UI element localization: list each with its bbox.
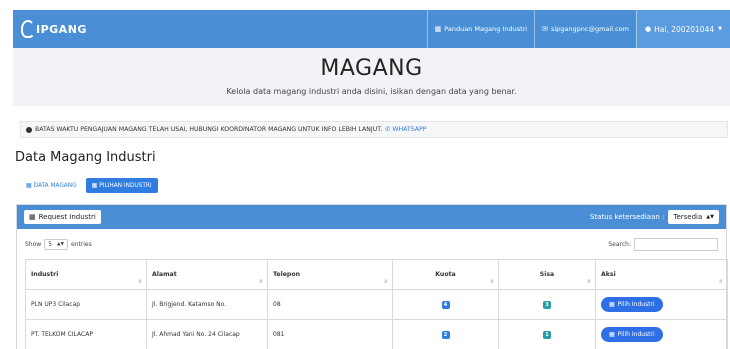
column-header-kuota[interactable]: Kuota ⇵ [392, 259, 499, 290]
cell-alamat: Jl. Ahmad Yani No. 24 Cilacap [146, 319, 268, 349]
cell-sisa: 1 [498, 319, 596, 349]
user-menu-label: Hai, 200201044 [654, 24, 715, 34]
nav-guide-link[interactable]: ▦ Panduan Magang Industri [426, 10, 534, 48]
cell-sisa: 3 [498, 289, 596, 320]
request-industri-label: Request Industri [38, 213, 96, 221]
tab-pilihan-industri-label: PILIHAN INDUSTRI [99, 182, 152, 189]
entries-length-select[interactable]: 5 ▲▼ [44, 238, 68, 250]
tab-pilihan-industri[interactable]: ▦ PILIHAN INDUSTRI [85, 178, 158, 193]
caret-down-icon: ▼ [718, 26, 722, 32]
cell-telepon: 08 [267, 289, 393, 320]
whatsapp-link-label: WHATSAPP [392, 126, 427, 133]
cell-aksi: ▦ Pilih Industri [595, 319, 728, 349]
table-row: PT. TELKOM CILACAP Jl. Ahmad Yani No. 24… [25, 319, 728, 349]
user-menu-dropdown[interactable]: ● Hai, 200201044 ▼ [635, 10, 730, 48]
column-header-telepon[interactable]: Telepon ⇵ [267, 259, 393, 290]
tab-data-magang[interactable]: ▦ DATA MAGANG [20, 178, 83, 193]
header-label: Aksi [601, 271, 616, 278]
document-icon: ▦ [26, 182, 32, 189]
column-header-alamat[interactable]: Alamat ⇵ [146, 259, 268, 290]
select-arrows-icon: ▲▼ [706, 214, 714, 220]
select-arrows-icon: ▲▼ [57, 241, 64, 247]
status-label: Status ketersediaan : [589, 213, 665, 221]
sort-icon: ⇵ [718, 279, 723, 285]
industry-table: Industri ⇵ Alamat ⇵ Telepon ⇵ Kuota ⇵ Sisa ⇵ … [25, 259, 728, 349]
deadline-alert: BATAS WAKTU PENGAJUAN MAGANG TELAH USAI,… [20, 121, 728, 138]
header-label: Sisa [539, 271, 555, 278]
user-icon: ● [644, 25, 652, 33]
brand-name: IPGANG [36, 22, 87, 36]
tab-data-magang-label: DATA MAGANG [33, 182, 77, 189]
envelope-icon: ✉ [542, 25, 548, 33]
building-icon: ▦ [609, 331, 615, 338]
pilih-industri-button[interactable]: ▦ Pilih Industri [601, 327, 663, 342]
header-label: Industri [31, 271, 59, 278]
hero-title: MAGANG [320, 56, 423, 81]
info-icon [26, 126, 32, 133]
header-label: Alamat [152, 271, 177, 278]
document-icon: ▦ [434, 25, 442, 33]
cell-alamat: Jl. Brigjend. Katamso No. [146, 289, 268, 320]
request-industri-button[interactable]: ▦ Request Industri [24, 210, 101, 224]
table-header-row: Industri ⇵ Alamat ⇵ Telepon ⇵ Kuota ⇵ Sisa ⇵ … [25, 259, 728, 290]
nav-guide-label: Panduan Magang Industri [444, 25, 528, 33]
page-header: MAGANG Kelola data magang industri anda … [13, 48, 730, 106]
brand-logo[interactable]: IPGANG [21, 20, 87, 38]
nav-email-link[interactable]: ✉ sipgangpnc@gmail.com [534, 10, 636, 48]
entries-length-value: 5 [48, 240, 53, 248]
status-select[interactable]: Tersedia ▲▼ [668, 210, 719, 224]
header-label: Telepon [273, 271, 300, 278]
alert-text: BATAS WAKTU PENGAJUAN MAGANG TELAH USAI,… [35, 126, 383, 133]
search-group: Search: [608, 237, 718, 251]
cell-kuota: 2 [392, 319, 499, 349]
sisa-badge: 3 [543, 300, 551, 309]
entries-label: entries [70, 240, 92, 248]
hero-subtitle: Kelola data magang industri anda disini,… [226, 87, 517, 96]
tab-bar: ▦ DATA MAGANG ▦ PILIHAN INDUSTRI [20, 178, 158, 193]
cell-telepon: 081 [267, 319, 393, 349]
whatsapp-link[interactable]: ✆ WHATSAPP [385, 126, 426, 133]
column-header-aksi[interactable]: Aksi ⇵ [595, 259, 728, 290]
pilih-industri-label: Pilih Industri [617, 331, 655, 338]
cell-aksi: ▦ Pilih Industri [595, 289, 728, 320]
cell-industri: PLN UP3 Cilacap [25, 289, 147, 320]
kuota-badge: 4 [441, 300, 450, 309]
sisa-badge: 1 [543, 330, 551, 339]
sort-icon: ⇵ [137, 279, 142, 285]
page-title: Data Magang Industri [15, 150, 156, 165]
top-navbar: IPGANG ▦ Panduan Magang Industri ✉ sipga… [13, 10, 730, 48]
cell-industri: PT. TELKOM CILACAP [25, 319, 147, 349]
building-icon: ▦ [29, 213, 36, 221]
search-label: Search: [608, 240, 631, 248]
status-select-value: Tersedia [673, 213, 703, 221]
sort-icon: ⇵ [489, 279, 494, 285]
search-input[interactable] [634, 237, 718, 251]
building-icon: ▦ [91, 182, 98, 189]
show-label: Show [25, 240, 42, 248]
pilih-industri-button[interactable]: ▦ Pilih Industri [601, 297, 663, 312]
column-header-sisa[interactable]: Sisa ⇵ [498, 259, 596, 290]
industry-panel: ▦ Request Industri Status ketersediaan :… [16, 204, 728, 349]
brand-s-icon [21, 20, 35, 38]
kuota-badge: 2 [441, 330, 450, 339]
sort-icon: ⇵ [586, 279, 591, 285]
sort-icon: ⇵ [383, 279, 388, 285]
nav-email-label: sipgangpnc@gmail.com [550, 25, 629, 33]
sort-icon: ⇵ [258, 279, 263, 285]
column-header-industri[interactable]: Industri ⇵ [25, 259, 147, 290]
cell-kuota: 4 [392, 289, 499, 320]
pilih-industri-label: Pilih Industri [617, 301, 655, 308]
building-icon: ▦ [609, 301, 615, 308]
table-controls: Show 5 ▲▼ entries Search: [17, 229, 726, 259]
panel-header: ▦ Request Industri Status ketersediaan :… [17, 205, 726, 229]
status-filter: Status ketersediaan : Tersedia ▲▼ [590, 210, 719, 224]
table-row: PLN UP3 Cilacap Jl. Brigjend. Katamso No… [25, 289, 728, 320]
header-label: Kuota [435, 271, 456, 278]
